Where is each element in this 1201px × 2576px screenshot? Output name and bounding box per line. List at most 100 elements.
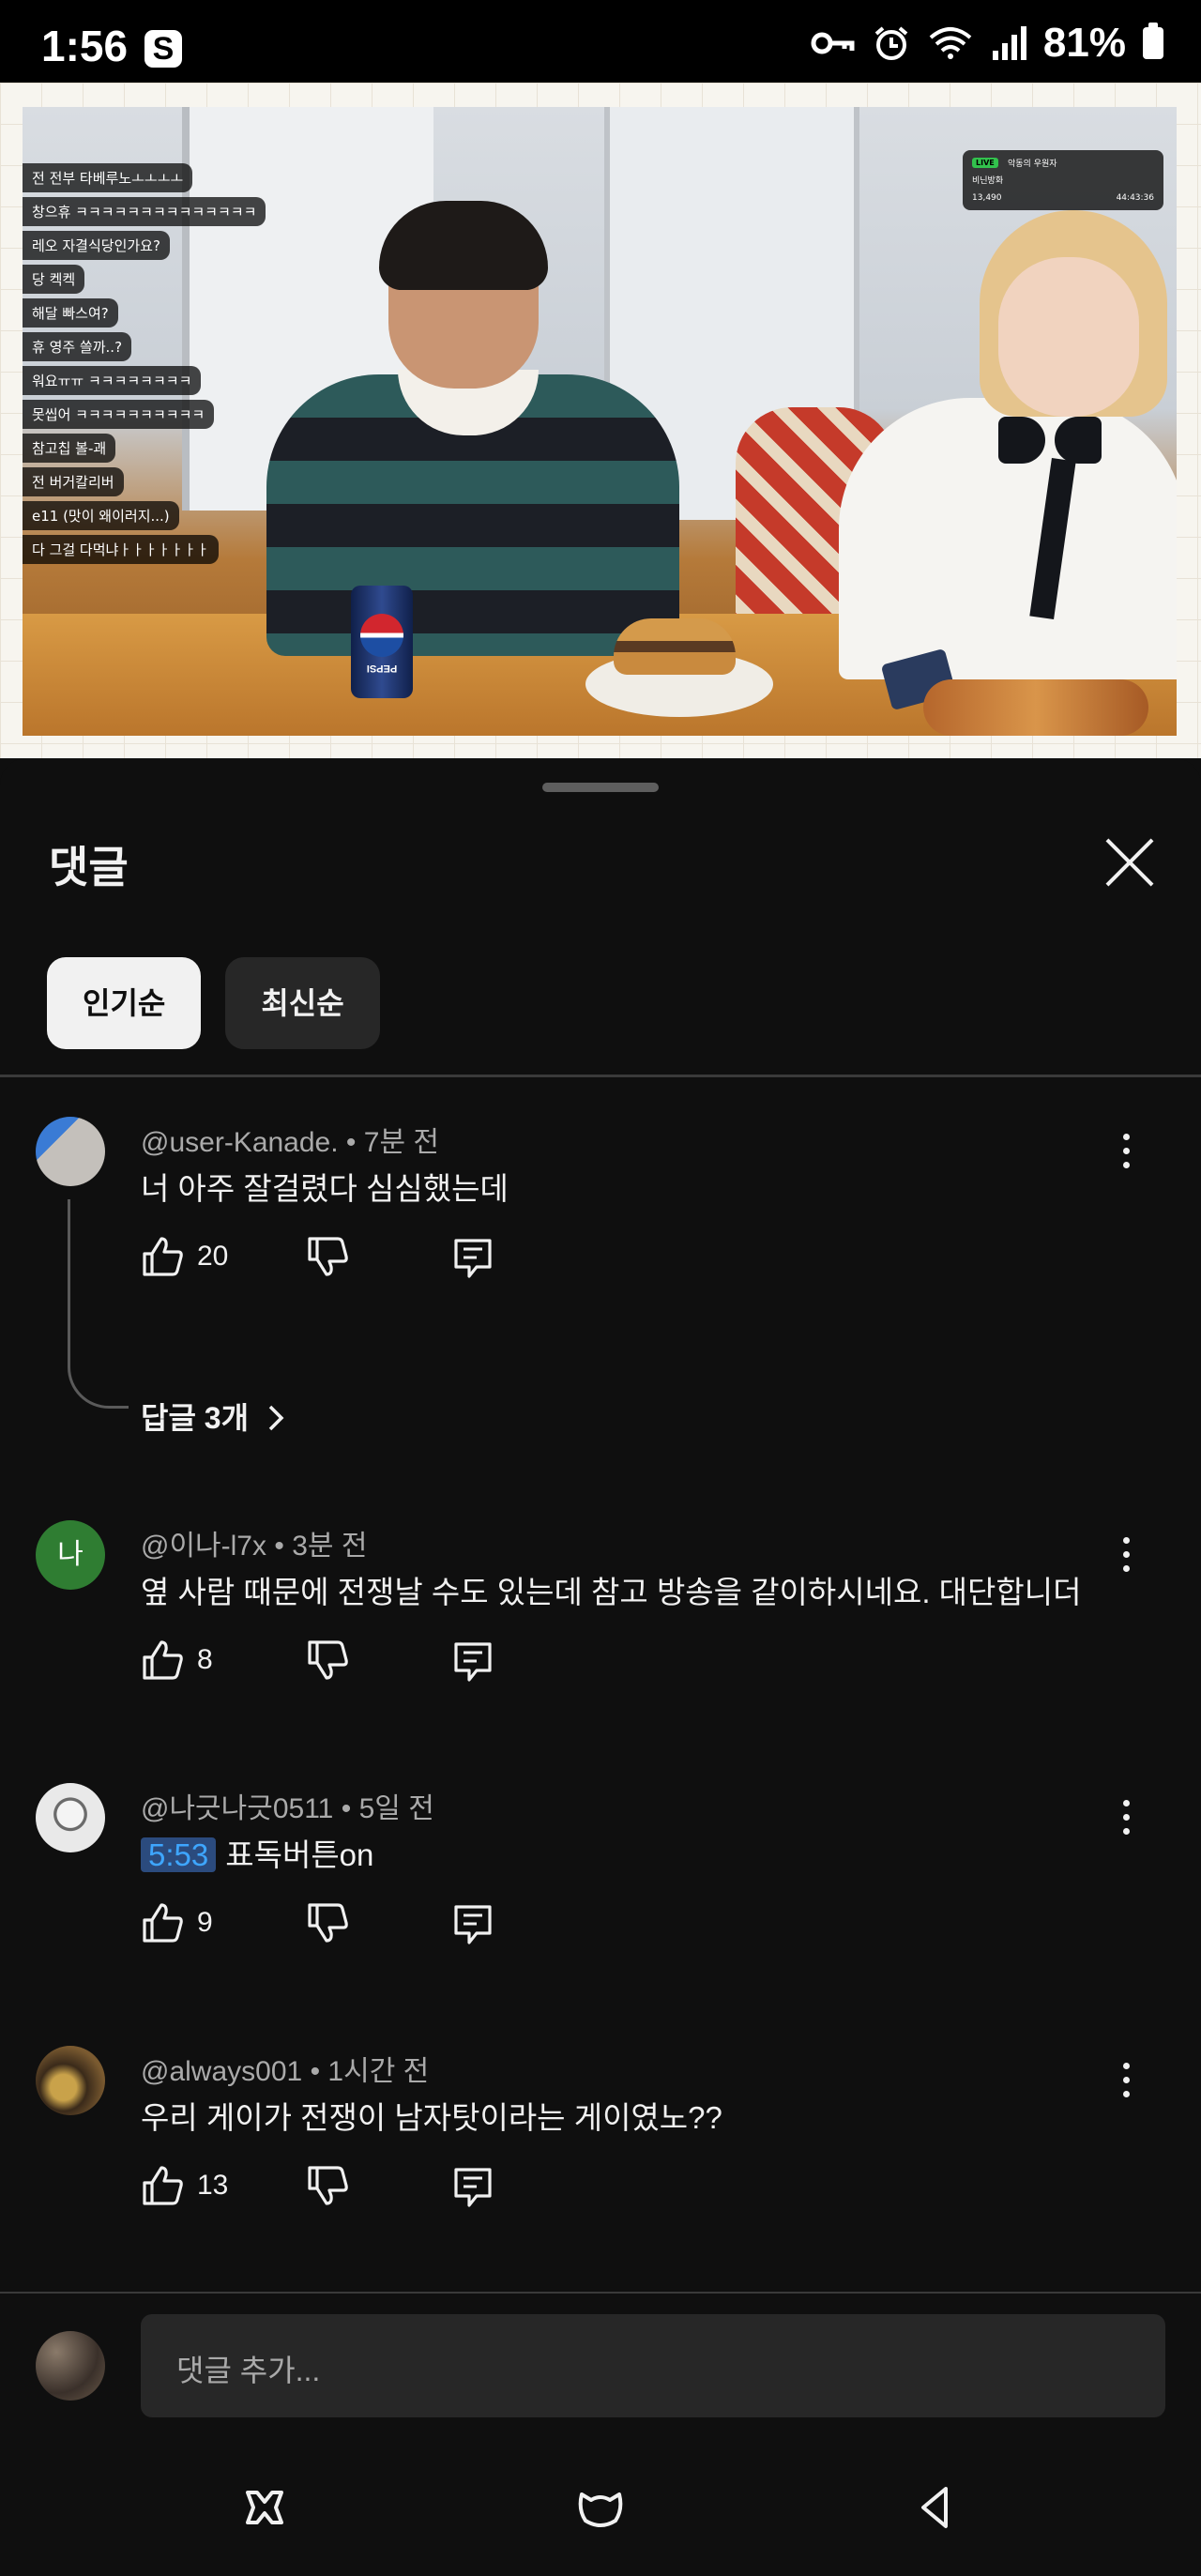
my-avatar[interactable] [36,2331,105,2401]
more-vert-icon[interactable] [1117,1537,1135,1584]
thumb-down-icon[interactable] [306,1901,349,1944]
signal-icon [992,26,1026,60]
drag-handle[interactable] [542,783,659,792]
status-bar: 1:56 S 81% [0,0,1201,83]
chat-line: 해달 빠스여? [23,298,118,328]
recents-icon[interactable] [238,2481,291,2534]
chip-top[interactable]: 인기순 [47,957,202,1049]
chat-line: 전 전부 타베루노ㅗㅗㅗㅗ [23,163,193,192]
food [923,679,1148,736]
comment-text: 옆 사람 때문에 전쟁날 수도 있는데 참고 방송을 같이하시네요. 대단합니더 [141,1575,1082,1609]
chat-line: 전 버거칼리버 [23,467,124,496]
reply-icon[interactable] [452,1640,494,1682]
thumb-down-icon[interactable] [306,1639,349,1682]
comment-text: 5:53 표독버튼on [141,1830,373,1875]
hud-title: 비닌방화 [972,176,1004,186]
stream-hud: LIVE 악동의 우원자 비닌방화 13,490 44:43:36 [963,150,1163,210]
comment-meta: @이나-l7x • 3분 전 [141,1522,367,1563]
comment-input-placeholder: 댓글 추가... [176,2354,321,2387]
reply-icon[interactable] [452,1903,494,1944]
battery-percent: 81% [1042,20,1126,66]
person-woman [811,201,1177,679]
timestamp-link[interactable]: 5:53 [141,1837,217,1872]
meta-separator: • [274,1531,284,1562]
video-player[interactable]: PEPSI 전 전부 타베루노ㅗㅗㅗㅗ 창으휴 ㅋㅋㅋㅋㅋㅋㅋㅋㅋㅋㅋㅋㅋㅋ 레… [0,83,1201,758]
chat-line: 휴 영주 쓸까..? [23,332,132,361]
like-count: 20 [197,1241,229,1272]
avatar-letter: 나 [57,1539,84,1570]
meta-separator: • [345,1127,357,1158]
comment-actions: 8 [141,1639,516,1685]
thread-line [68,1199,129,1409]
avatar[interactable] [36,1117,105,1186]
comment-actions: 13 [141,2164,516,2211]
avatar[interactable] [36,1783,105,1852]
like-count: 9 [197,1907,213,1938]
thumb-down-icon[interactable] [306,2164,349,2207]
sort-chips: 인기순 최신순 [47,957,380,1049]
like-count: 8 [197,1644,213,1675]
burger [614,618,736,675]
meta-separator: • [310,2056,321,2087]
like-count: 13 [197,2170,229,2201]
video-frame: PEPSI 전 전부 타베루노ㅗㅗㅗㅗ 창으휴 ㅋㅋㅋㅋㅋㅋㅋㅋㅋㅋㅋㅋㅋㅋ 레… [23,107,1177,736]
chat-line: 다 그걸 다먹냐ㅏㅏㅏㅏㅏㅏㅏ [23,535,219,564]
chip-newest[interactable]: 최신순 [225,957,380,1049]
more-vert-icon[interactable] [1117,1134,1135,1181]
can-label: PEPSI [366,663,398,674]
comment-author[interactable]: @나긋나긋0511 [141,1793,333,1824]
live-badge: LIVE [972,158,998,168]
comment-actions: 9 [141,1901,516,1948]
thumb-up-icon[interactable] [141,1901,184,1944]
hud-streamer: 악동의 우원자 [1008,160,1057,169]
pepsi-can: PEPSI [351,586,413,698]
thumb-up-icon[interactable] [141,2164,184,2207]
chat-line: 레오 자결식당인가요? [23,231,170,260]
comment-time: 3분 전 [292,1531,368,1562]
comment-actions: 20 [141,1235,516,1282]
comment-meta: @always001 • 1시간 전 [141,2048,429,2089]
comment-input[interactable]: 댓글 추가... [141,2314,1165,2417]
comment-time: 7분 전 [363,1127,440,1158]
chat-line: 당 켁켁 [23,265,85,294]
thumb-down-icon[interactable] [306,1235,349,1278]
chat-line: 참고칩 볼-괘 [23,434,116,463]
reply-icon[interactable] [452,1237,494,1278]
hud-viewers: 13,490 [972,193,1002,203]
home-icon[interactable] [574,2481,627,2534]
more-vert-icon[interactable] [1117,1800,1135,1847]
chevron-right-icon [268,1405,284,1431]
replies-count: 답글 3개 [141,1401,250,1435]
comment-author[interactable]: @user-Kanade. [141,1127,339,1158]
alarm-icon [874,26,908,60]
reply-icon[interactable] [452,2166,494,2207]
comment-meta: @user-Kanade. • 7분 전 [141,1119,439,1160]
meta-separator: • [341,1793,352,1824]
thumb-up-icon[interactable] [141,1235,184,1278]
avatar[interactable] [36,2046,105,2115]
key-icon [811,32,855,54]
divider [0,1075,1201,1077]
system-nav-bar [0,2434,1201,2576]
status-time: 1:56 [41,22,129,70]
thumb-up-icon[interactable] [141,1639,184,1682]
samsung-s-icon: S [144,30,182,68]
comment-text: 너 아주 잘걸렸다 심심했는데 [141,1171,509,1206]
comment-author[interactable]: @이나-l7x [141,1531,266,1562]
stream-chat: 전 전부 타베루노ㅗㅗㅗㅗ 창으휴 ㅋㅋㅋㅋㅋㅋㅋㅋㅋㅋㅋㅋㅋㅋ 레오 자결식당… [23,163,323,569]
comment-meta: @나긋나긋0511 • 5일 전 [141,1785,434,1826]
avatar[interactable]: 나 [36,1520,105,1590]
battery-icon [1143,23,1163,59]
back-icon[interactable] [910,2481,963,2534]
close-icon[interactable] [1102,835,1158,892]
chat-line: e11 (맛이 왜이러지...) [23,501,179,530]
comment-text-body: 표독버튼on [225,1837,374,1872]
comment-time: 5일 전 [358,1793,434,1824]
hud-elapsed: 44:43:36 [1116,193,1154,203]
comment-author[interactable]: @always001 [141,2056,302,2087]
replies-link[interactable]: 답글 3개 [141,1395,285,1438]
chat-line: 못씹어 ㅋㅋㅋㅋㅋㅋㅋㅋㅋㅋ [23,400,215,429]
more-vert-icon[interactable] [1117,2063,1135,2110]
wifi-icon [929,27,972,59]
comment-time: 1시간 전 [327,2056,430,2087]
